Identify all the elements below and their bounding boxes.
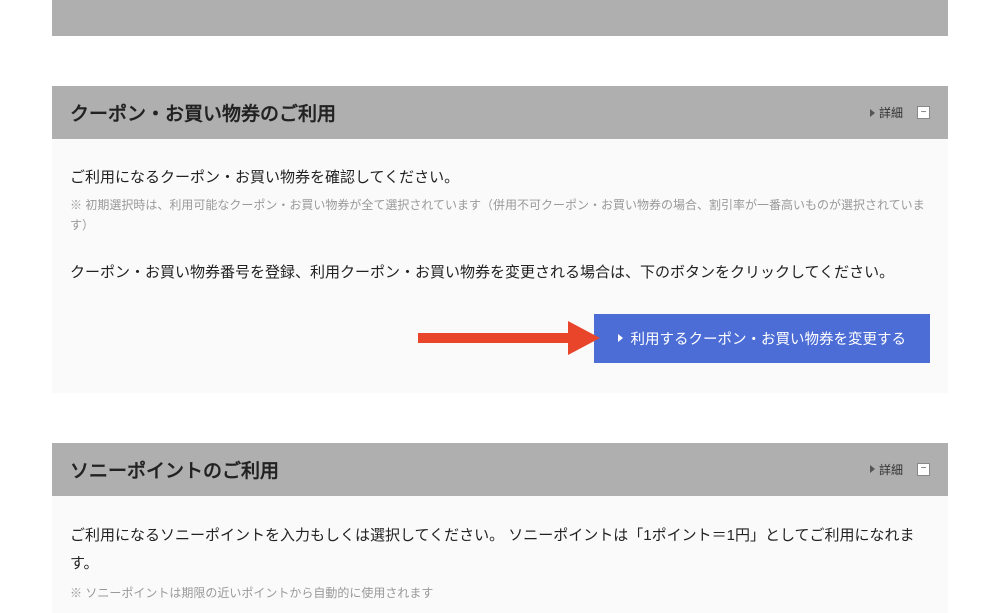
coupon-instruction-line1: ご利用になるクーポン・お買い物券を確認してください。: [70, 165, 930, 191]
annotation-arrow: [418, 321, 600, 355]
points-detail-link[interactable]: 詳細: [870, 461, 903, 478]
coupon-button-row: 利用するクーポン・お買い物券を変更する: [70, 314, 930, 363]
caret-right-icon: [870, 109, 875, 117]
caret-right-icon: [618, 334, 623, 342]
collapse-toggle[interactable]: −: [917, 463, 930, 476]
coupon-section: クーポン・お買い物券のご利用 詳細 − ご利用になるクーポン・お買い物券を確認し…: [52, 86, 948, 393]
minus-icon: −: [921, 464, 927, 474]
coupon-note: ※ 初期選択時は、利用可能なクーポン・お買い物券が全て選択されています（併用不可…: [70, 195, 930, 236]
points-section-header: ソニーポイントのご利用 詳細 −: [52, 443, 948, 496]
arrow-head-icon: [568, 321, 600, 355]
points-section-body: ご利用になるソニーポイントを入力もしくは選択してください。 ソニーポイントは「1…: [52, 496, 948, 613]
points-note: ※ ソニーポイントは期限の近いポイントから自動的に使用されます: [70, 583, 930, 603]
points-header-controls: 詳細 −: [870, 461, 930, 478]
detail-label: 詳細: [879, 461, 903, 478]
minus-icon: −: [921, 108, 927, 118]
change-coupon-button[interactable]: 利用するクーポン・お買い物券を変更する: [594, 314, 931, 363]
previous-section-footer: [52, 0, 948, 36]
coupon-section-title: クーポン・お買い物券のご利用: [70, 99, 336, 126]
collapse-toggle[interactable]: −: [917, 106, 930, 119]
coupon-section-header: クーポン・お買い物券のご利用 詳細 −: [52, 86, 948, 139]
points-section-title: ソニーポイントのご利用: [70, 456, 279, 483]
points-instruction-line1: ご利用になるソニーポイントを入力もしくは選択してください。 ソニーポイントは「1…: [70, 522, 930, 579]
points-section: ソニーポイントのご利用 詳細 − ご利用になるソニーポイントを入力もしくは選択し…: [52, 443, 948, 613]
coupon-section-body: ご利用になるクーポン・お買い物券を確認してください。 ※ 初期選択時は、利用可能…: [52, 139, 948, 393]
arrow-shaft: [418, 333, 568, 343]
coupon-instruction-line2: クーポン・お買い物券番号を登録、利用クーポン・お買い物券を変更される場合は、下の…: [70, 259, 930, 288]
caret-right-icon: [870, 465, 875, 473]
coupon-detail-link[interactable]: 詳細: [870, 104, 903, 121]
change-coupon-button-label: 利用するクーポン・お買い物券を変更する: [631, 328, 907, 349]
coupon-header-controls: 詳細 −: [870, 104, 930, 121]
detail-label: 詳細: [879, 104, 903, 121]
